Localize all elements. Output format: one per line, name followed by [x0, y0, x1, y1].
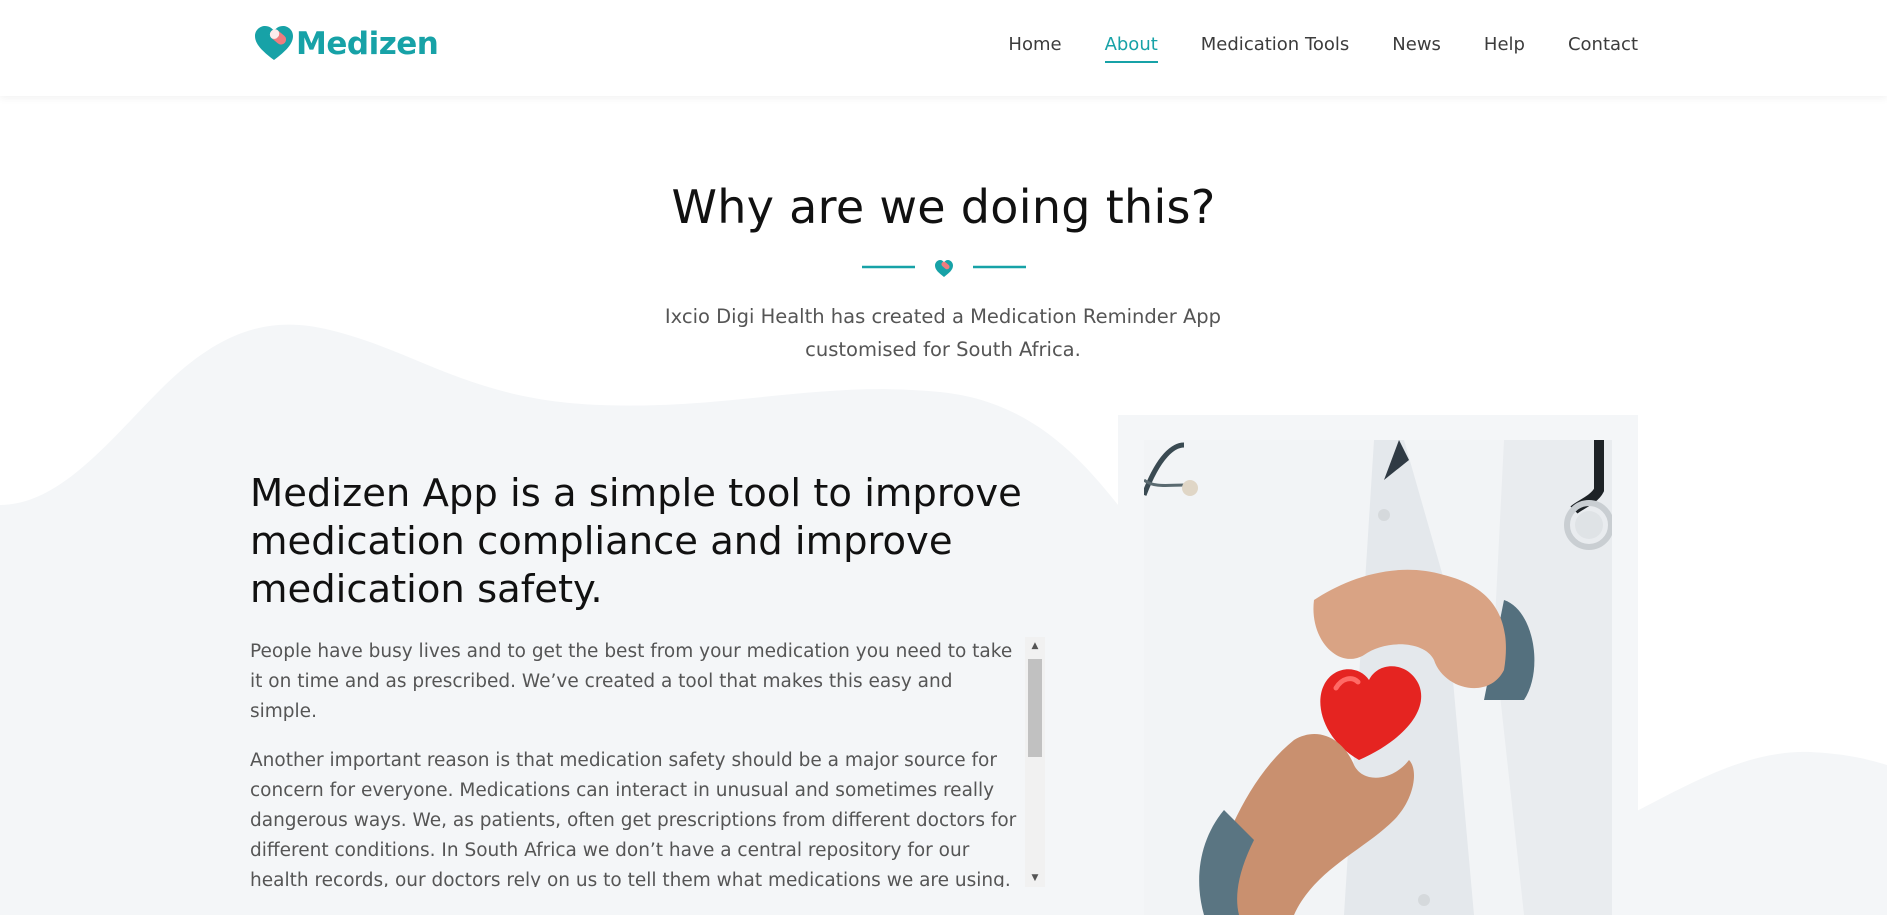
section-title: Why are we doing this? — [671, 180, 1216, 234]
main-nav: Home About Medication Tools News Help Co… — [965, 34, 1638, 63]
main-headline: Medizen App is a simple tool to improve … — [250, 471, 1022, 612]
triangle-down-icon[interactable]: ▼ — [1025, 869, 1045, 887]
scroll-text: People have busy lives and to get the be… — [250, 637, 1023, 887]
heart-pill-logo-icon — [255, 26, 293, 60]
scrollable-text-area[interactable]: People have busy lives and to get the be… — [250, 637, 1045, 887]
paragraph: People have busy lives and to get the be… — [250, 641, 1013, 722]
site-header: Medizen Home About Medication Tools News… — [0, 0, 1887, 96]
heart-pill-icon — [935, 260, 953, 277]
page-content: Why are we doing this? Ixcio Digi Health… — [0, 0, 1887, 915]
paragraph: Another important reason is that medicat… — [250, 750, 1017, 887]
nav-news[interactable]: News — [1392, 34, 1441, 63]
title-divider — [862, 260, 1026, 277]
nav-contact[interactable]: Contact — [1568, 34, 1638, 63]
nav-help[interactable]: Help — [1484, 34, 1525, 63]
nav-about[interactable]: About — [1104, 34, 1159, 63]
section-subtitle: Ixcio Digi Health has created a Medicati… — [664, 305, 1222, 361]
doctor-heart-photo — [1144, 440, 1612, 915]
logo[interactable]: Medizen — [254, 26, 439, 62]
nav-medication-tools[interactable]: Medication Tools — [1201, 34, 1350, 63]
nav-home[interactable]: Home — [1008, 34, 1061, 63]
triangle-up-icon[interactable]: ▲ — [1025, 637, 1045, 655]
logo-text: Medizen — [296, 26, 439, 62]
scrollbar-thumb[interactable] — [1028, 659, 1042, 757]
scrollbar[interactable]: ▲ ▼ — [1025, 637, 1045, 887]
